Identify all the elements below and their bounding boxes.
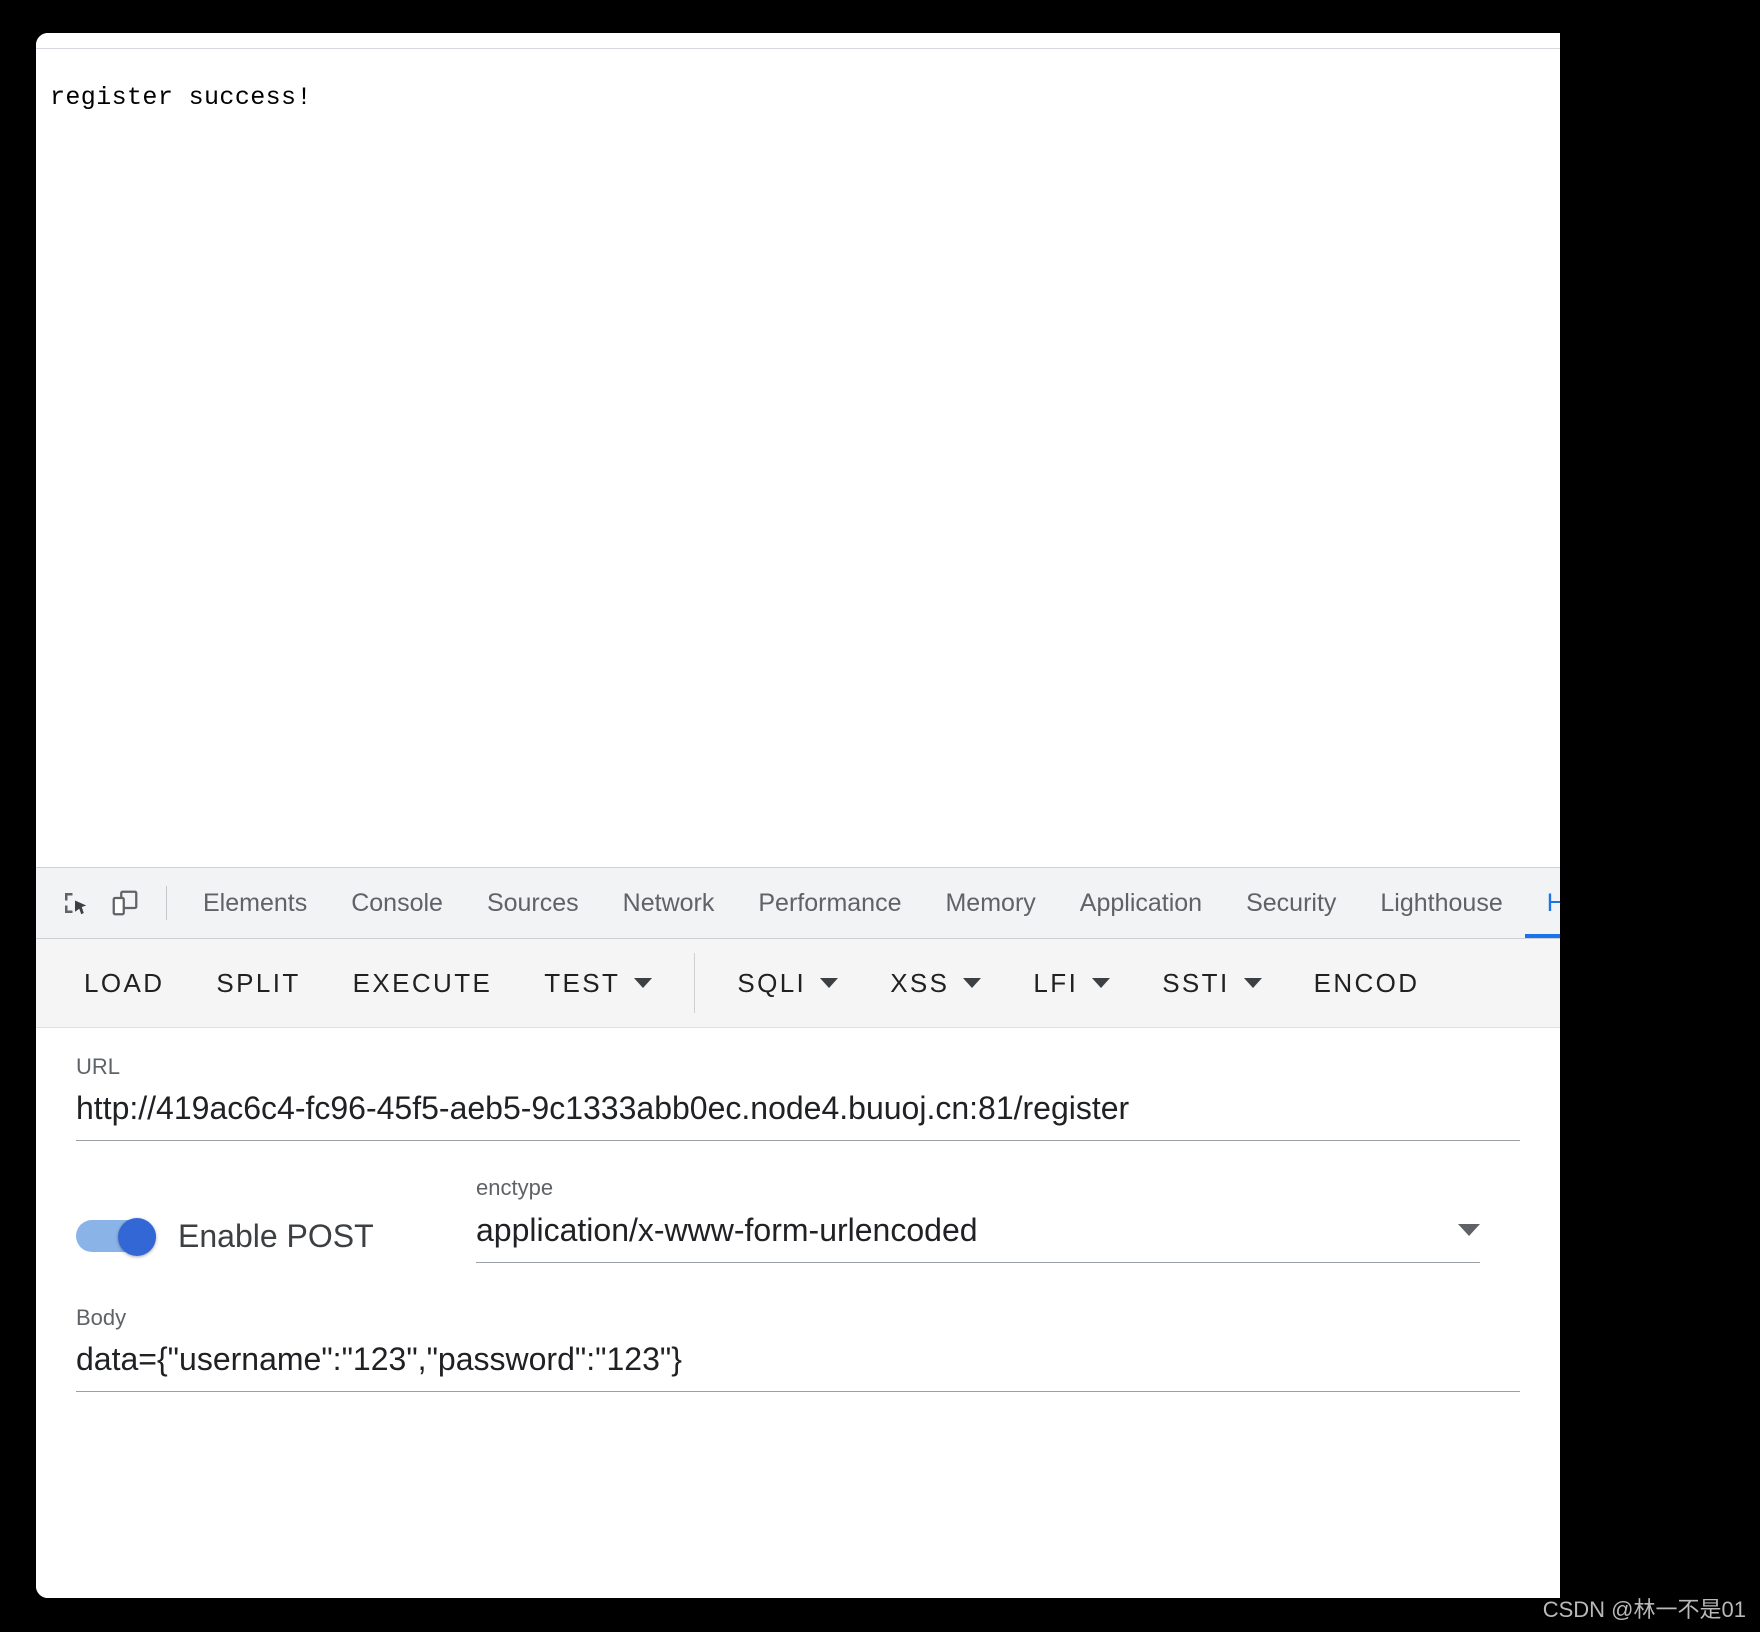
- hackbar-test-label: TEST: [544, 967, 621, 998]
- url-field-block: URL http://419ac6c4-fc96-45f5-aeb5-9c133…: [36, 1028, 1560, 1142]
- device-toolbar-icon[interactable]: [104, 882, 146, 924]
- hackbar-lfi-menu[interactable]: LFI: [1007, 952, 1136, 1014]
- tab-security[interactable]: Security: [1224, 868, 1358, 938]
- devtools-icon-separator: [166, 886, 167, 920]
- tab-performance[interactable]: Performance: [736, 868, 923, 938]
- hackbar-ssti-label: SSTI: [1162, 967, 1230, 998]
- csdn-watermark: CSDN @林一不是01: [1542, 1597, 1746, 1622]
- tab-elements[interactable]: Elements: [181, 868, 329, 938]
- hackbar-encode-menu[interactable]: ENCOD: [1288, 952, 1446, 1014]
- chevron-down-icon: [1092, 978, 1111, 988]
- tab-application[interactable]: Application: [1058, 868, 1224, 938]
- tab-lighthouse-label: Lighthouse: [1380, 888, 1503, 917]
- hackbar-test-menu[interactable]: TEST: [518, 952, 678, 1014]
- hackbar-execute-button[interactable]: EXECUTE: [327, 952, 519, 1014]
- chevron-down-icon[interactable]: [1458, 1223, 1480, 1236]
- tab-hackbar[interactable]: H: [1524, 868, 1560, 938]
- tab-sources-label: Sources: [486, 888, 579, 917]
- devtools-tabbar: Elements Console Sources Network Perform…: [36, 868, 1560, 939]
- tab-console-label: Console: [351, 888, 443, 917]
- tab-elements-label: Elements: [203, 888, 308, 917]
- post-enctype-row: Enable POST enctype application/x-www-fo…: [36, 1141, 1560, 1263]
- hackbar-split-button[interactable]: SPLIT: [190, 952, 326, 1014]
- body-field-underline: [76, 1391, 1520, 1393]
- browser-panel: register success! Elements Console Sourc…: [36, 33, 1560, 1598]
- inspect-element-icon[interactable]: [54, 882, 96, 924]
- tab-network[interactable]: Network: [601, 868, 737, 938]
- tab-hackbar-label: H: [1547, 889, 1560, 918]
- hackbar-sqli-menu[interactable]: SQLI: [711, 952, 864, 1014]
- chevron-down-icon: [963, 978, 982, 988]
- body-field-label: Body: [76, 1304, 127, 1330]
- screenshot-root: register success! Elements Console Sourc…: [0, 0, 1760, 1632]
- toggle-switch[interactable]: [76, 1218, 156, 1257]
- hackbar-xss-menu[interactable]: XSS: [864, 952, 1007, 1014]
- enctype-select[interactable]: application/x-www-form-urlencoded: [476, 1210, 1480, 1250]
- hackbar-load-label: LOAD: [84, 967, 165, 998]
- page-top-divider: [36, 33, 1560, 49]
- toggle-thumb: [118, 1218, 156, 1257]
- hackbar-sqli-label: SQLI: [737, 967, 807, 998]
- hackbar-encode-label: ENCOD: [1313, 967, 1420, 998]
- body-input[interactable]: data={"username":"123","password":"123"}: [76, 1339, 1520, 1379]
- hackbar-toolbar-divider: [694, 953, 696, 1013]
- url-input[interactable]: http://419ac6c4-fc96-45f5-aeb5-9c1333abb…: [76, 1088, 1520, 1128]
- tab-sources[interactable]: Sources: [465, 868, 601, 938]
- tab-application-label: Application: [1079, 888, 1203, 917]
- tab-lighthouse[interactable]: Lighthouse: [1358, 868, 1524, 938]
- hackbar-xss-label: XSS: [890, 967, 950, 998]
- hackbar-lfi-label: LFI: [1033, 967, 1079, 998]
- tab-performance-label: Performance: [758, 888, 902, 917]
- hackbar-ssti-menu[interactable]: SSTI: [1136, 952, 1287, 1014]
- page-response-text: register success!: [50, 83, 312, 112]
- enable-post-toggle[interactable]: Enable POST: [76, 1218, 476, 1263]
- url-field-label: URL: [76, 1054, 121, 1079]
- hackbar-split-label: SPLIT: [216, 967, 301, 998]
- hackbar-form: URL http://419ac6c4-fc96-45f5-aeb5-9c133…: [36, 1028, 1560, 1598]
- hackbar-toolbar: LOAD SPLIT EXECUTE TEST SQLI XSS LFI SST…: [36, 939, 1560, 1028]
- chevron-down-icon: [1243, 978, 1262, 988]
- devtools-tab-list: Elements Console Sources Network Perform…: [181, 868, 1560, 938]
- devtools-tool-icons: [36, 868, 156, 938]
- tab-memory-label: Memory: [945, 888, 1036, 917]
- hackbar-execute-label: EXECUTE: [352, 967, 493, 998]
- enable-post-label: Enable POST: [178, 1217, 374, 1254]
- body-field-block: Body data={"username":"123","password":"…: [36, 1263, 1560, 1393]
- devtools-panel: Elements Console Sources Network Perform…: [36, 867, 1560, 1598]
- tab-console[interactable]: Console: [329, 868, 465, 938]
- chevron-down-icon: [634, 978, 653, 988]
- chevron-down-icon: [820, 978, 839, 988]
- enctype-value: application/x-www-form-urlencoded: [476, 1211, 978, 1248]
- tab-memory[interactable]: Memory: [923, 868, 1057, 938]
- enctype-field-block: enctype application/x-www-form-urlencode…: [476, 1175, 1520, 1263]
- enctype-field-label: enctype: [476, 1175, 554, 1201]
- page-viewport: register success!: [36, 49, 1560, 867]
- hackbar-load-button[interactable]: LOAD: [58, 952, 190, 1014]
- tab-security-label: Security: [1246, 888, 1337, 917]
- tab-network-label: Network: [622, 888, 715, 917]
